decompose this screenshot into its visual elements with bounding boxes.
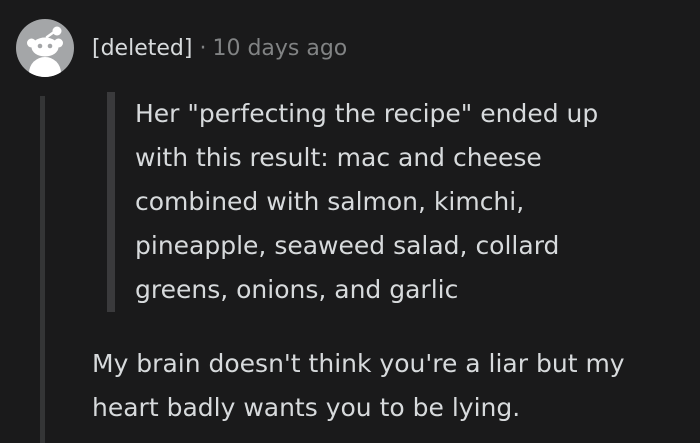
quote-block: Her "perfecting the recipe" ended up wit…: [107, 92, 700, 312]
meta-separator: ·: [199, 36, 207, 61]
quote-text: Her "perfecting the recipe" ended up wit…: [135, 99, 599, 304]
thread-collapse-line[interactable]: [40, 96, 45, 443]
avatar[interactable]: [16, 19, 74, 77]
author-name[interactable]: [deleted]: [92, 36, 192, 61]
comment-timestamp[interactable]: 10 days ago: [212, 36, 347, 61]
comment-meta: [deleted] · 10 days ago: [92, 34, 347, 64]
comment-body: My brain doesn't think you're a liar but…: [92, 349, 625, 422]
snoo-avatar-icon: [27, 26, 63, 77]
